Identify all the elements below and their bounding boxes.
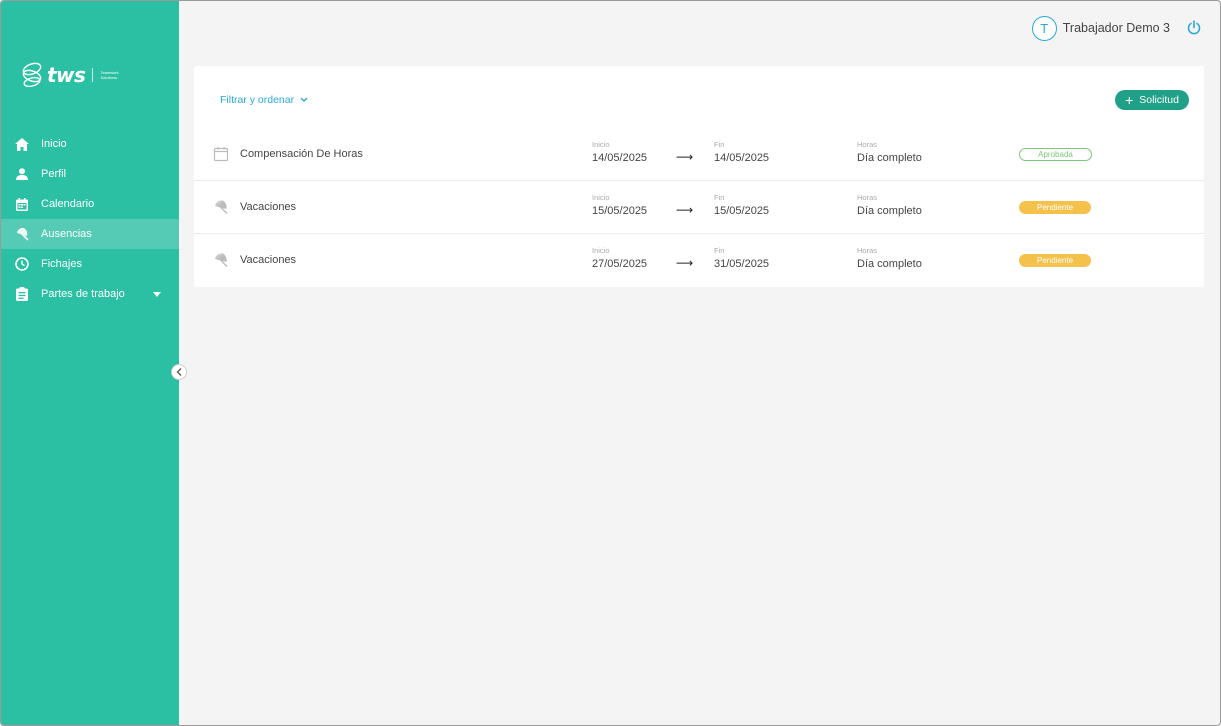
calendar-icon [213,147,229,162]
sidebar-item-label: Inicio [41,138,67,150]
arrow-right-icon: ⟶ [676,203,694,217]
logo-wordmark: tws [47,63,86,87]
logo-subtitle: Teamwork Solutions [100,70,119,80]
start-date-value: 14/05/2025 [592,152,648,164]
logo-emblem-icon [22,62,42,88]
end-date-field: Fin 15/05/2025 [714,193,769,218]
hours-field: Horas Día completo [857,193,922,218]
beach-umbrella-icon [215,200,228,215]
beach-umbrella-icon [215,253,228,268]
user-name[interactable]: Trabajador Demo 3 [1063,21,1170,35]
status-badge: Pendiente [1019,201,1091,214]
sidebar-item-calendario[interactable]: Calendario [1,189,179,219]
sidebar-item-label: Ausencias [41,228,92,240]
start-date-field: Inicio 14/05/2025 [592,140,647,165]
start-date-label: Inicio [592,246,610,255]
hours-value: Día completo [857,258,922,270]
start-date-value: 27/05/2025 [592,258,648,270]
absences-card: Filtrar y ordenar + Solicitud Compensaci… [194,66,1204,287]
hours-field: Horas Día completo [857,246,922,271]
start-date-label: Inicio [592,193,610,202]
start-date-label: Inicio [592,140,610,149]
hours-label: Horas [857,193,878,202]
end-date-label: Fin [714,140,725,149]
hours-label: Horas [857,246,878,255]
sidebar-item-label: Perfil [41,168,67,180]
app-logo[interactable]: tws Teamwork Solutions [21,57,141,93]
request-type: Compensación De Horas [240,148,363,160]
list-item[interactable]: Vacaciones Inicio 15/05/2025 ⟶ Fin 15/05… [194,181,1204,234]
end-date-value: 15/05/2025 [714,205,770,217]
logo-divider [92,68,94,82]
sidebar-item-partes-de-trabajo[interactable]: Partes de trabajo [1,279,179,309]
plus-icon: + [1125,92,1134,108]
add-request-button[interactable]: + Solicitud [1115,90,1189,110]
request-type: Vacaciones [240,201,297,213]
sidebar-nav: Inicio Perfil Calendario Ausencias Ficha… [1,129,179,309]
chevron-left-icon [176,368,182,376]
end-date-value: 31/05/2025 [714,258,770,270]
list-item[interactable]: Compensación De Horas Inicio 14/05/2025 … [194,128,1204,181]
sidebar-item-ausencias[interactable]: Ausencias [1,219,179,249]
hours-field: Horas Día completo [857,140,922,165]
person-icon [14,166,30,182]
end-date-label: Fin [714,246,725,255]
app-window: tws Teamwork Solutions Inicio Perfil Cal… [0,0,1221,726]
sidebar-item-label: Partes de trabajo [41,288,125,300]
sidebar-item-inicio[interactable]: Inicio [1,129,179,159]
clock-icon [14,256,30,272]
beach-umbrella-icon [14,226,30,242]
list-item[interactable]: Vacaciones Inicio 27/05/2025 ⟶ Fin 31/05… [194,234,1204,287]
sidebar-item-fichajes[interactable]: Fichajes [1,249,179,279]
sidebar-item-perfil[interactable]: Perfil [1,159,179,189]
end-date-label: Fin [714,193,725,202]
start-date-value: 15/05/2025 [592,205,648,217]
arrow-right-icon: ⟶ [676,150,694,164]
power-icon[interactable] [1186,20,1202,36]
home-icon [14,136,30,152]
hours-value: Día completo [857,152,922,164]
avatar[interactable]: T [1031,15,1057,41]
end-date-field: Fin 31/05/2025 [714,246,769,271]
start-date-field: Inicio 27/05/2025 [592,246,647,271]
chevron-down-icon [153,292,161,297]
sidebar-item-label: Calendario [41,198,95,210]
sidebar-collapse-button[interactable] [171,364,187,380]
hours-value: Día completo [857,205,922,217]
start-date-field: Inicio 15/05/2025 [592,193,647,218]
chevron-down-icon [300,97,308,102]
filter-sort-label: Filtrar y ordenar [220,94,295,106]
end-date-field: Fin 14/05/2025 [714,140,769,165]
add-request-label: Solicitud [1139,94,1179,106]
hours-label: Horas [857,140,878,149]
filter-sort-dropdown[interactable]: Filtrar y ordenar [220,94,308,106]
end-date-value: 14/05/2025 [714,152,770,164]
user-menu: T Trabajador Demo 3 [1031,15,1202,41]
sidebar-item-label: Fichajes [41,258,82,270]
request-type: Vacaciones [240,254,297,266]
sidebar: tws Teamwork Solutions Inicio Perfil Cal… [1,1,179,725]
status-badge: Aprobada [1019,148,1092,161]
calendar-icon [14,196,30,212]
arrow-right-icon: ⟶ [676,256,694,270]
status-badge: Pendiente [1019,254,1091,267]
clipboard-icon [14,286,30,302]
requests-list: Compensación De Horas Inicio 14/05/2025 … [194,128,1204,287]
